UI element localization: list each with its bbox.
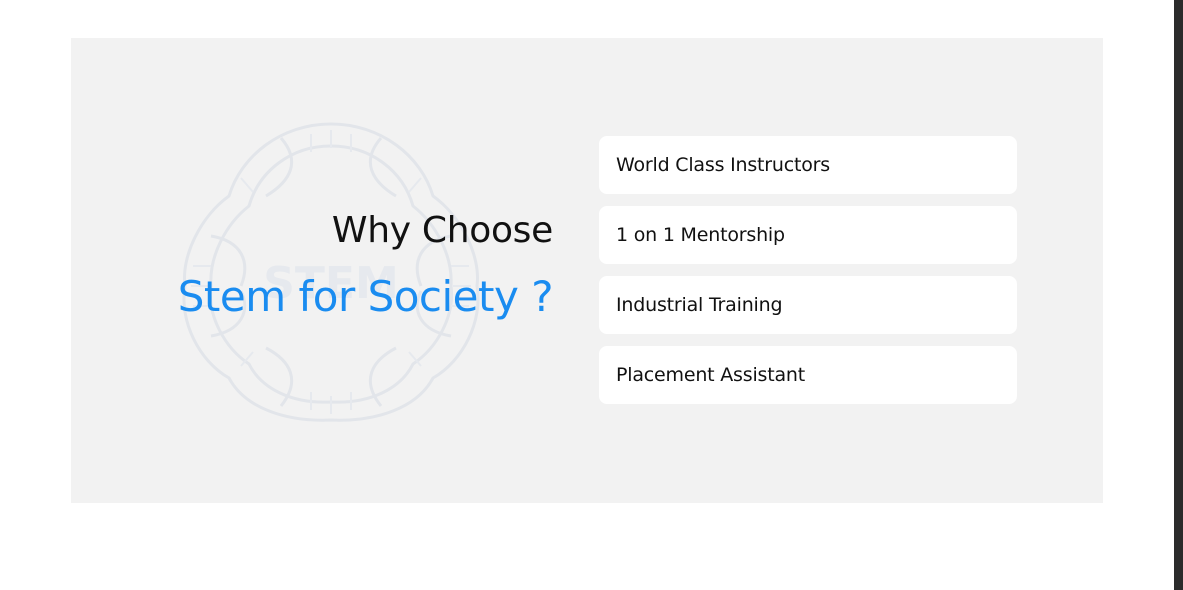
feature-card-training: Industrial Training <box>599 276 1017 334</box>
scrollbar[interactable] <box>1174 0 1183 590</box>
feature-card-instructors: World Class Instructors <box>599 136 1017 194</box>
feature-card-placement: Placement Assistant <box>599 346 1017 404</box>
heading-why-choose: Why Choose <box>331 210 553 251</box>
section-heading: Why Choose Stem for Society ? <box>131 208 554 322</box>
page: STEM Why Choose Stem for Society ? World… <box>0 0 1183 590</box>
heading-brand-name: Stem for Society ? <box>177 272 554 321</box>
why-choose-section: STEM Why Choose Stem for Society ? World… <box>71 38 1103 503</box>
feature-card-mentorship: 1 on 1 Mentorship <box>599 206 1017 264</box>
feature-list: World Class Instructors 1 on 1 Mentorshi… <box>599 136 1017 416</box>
